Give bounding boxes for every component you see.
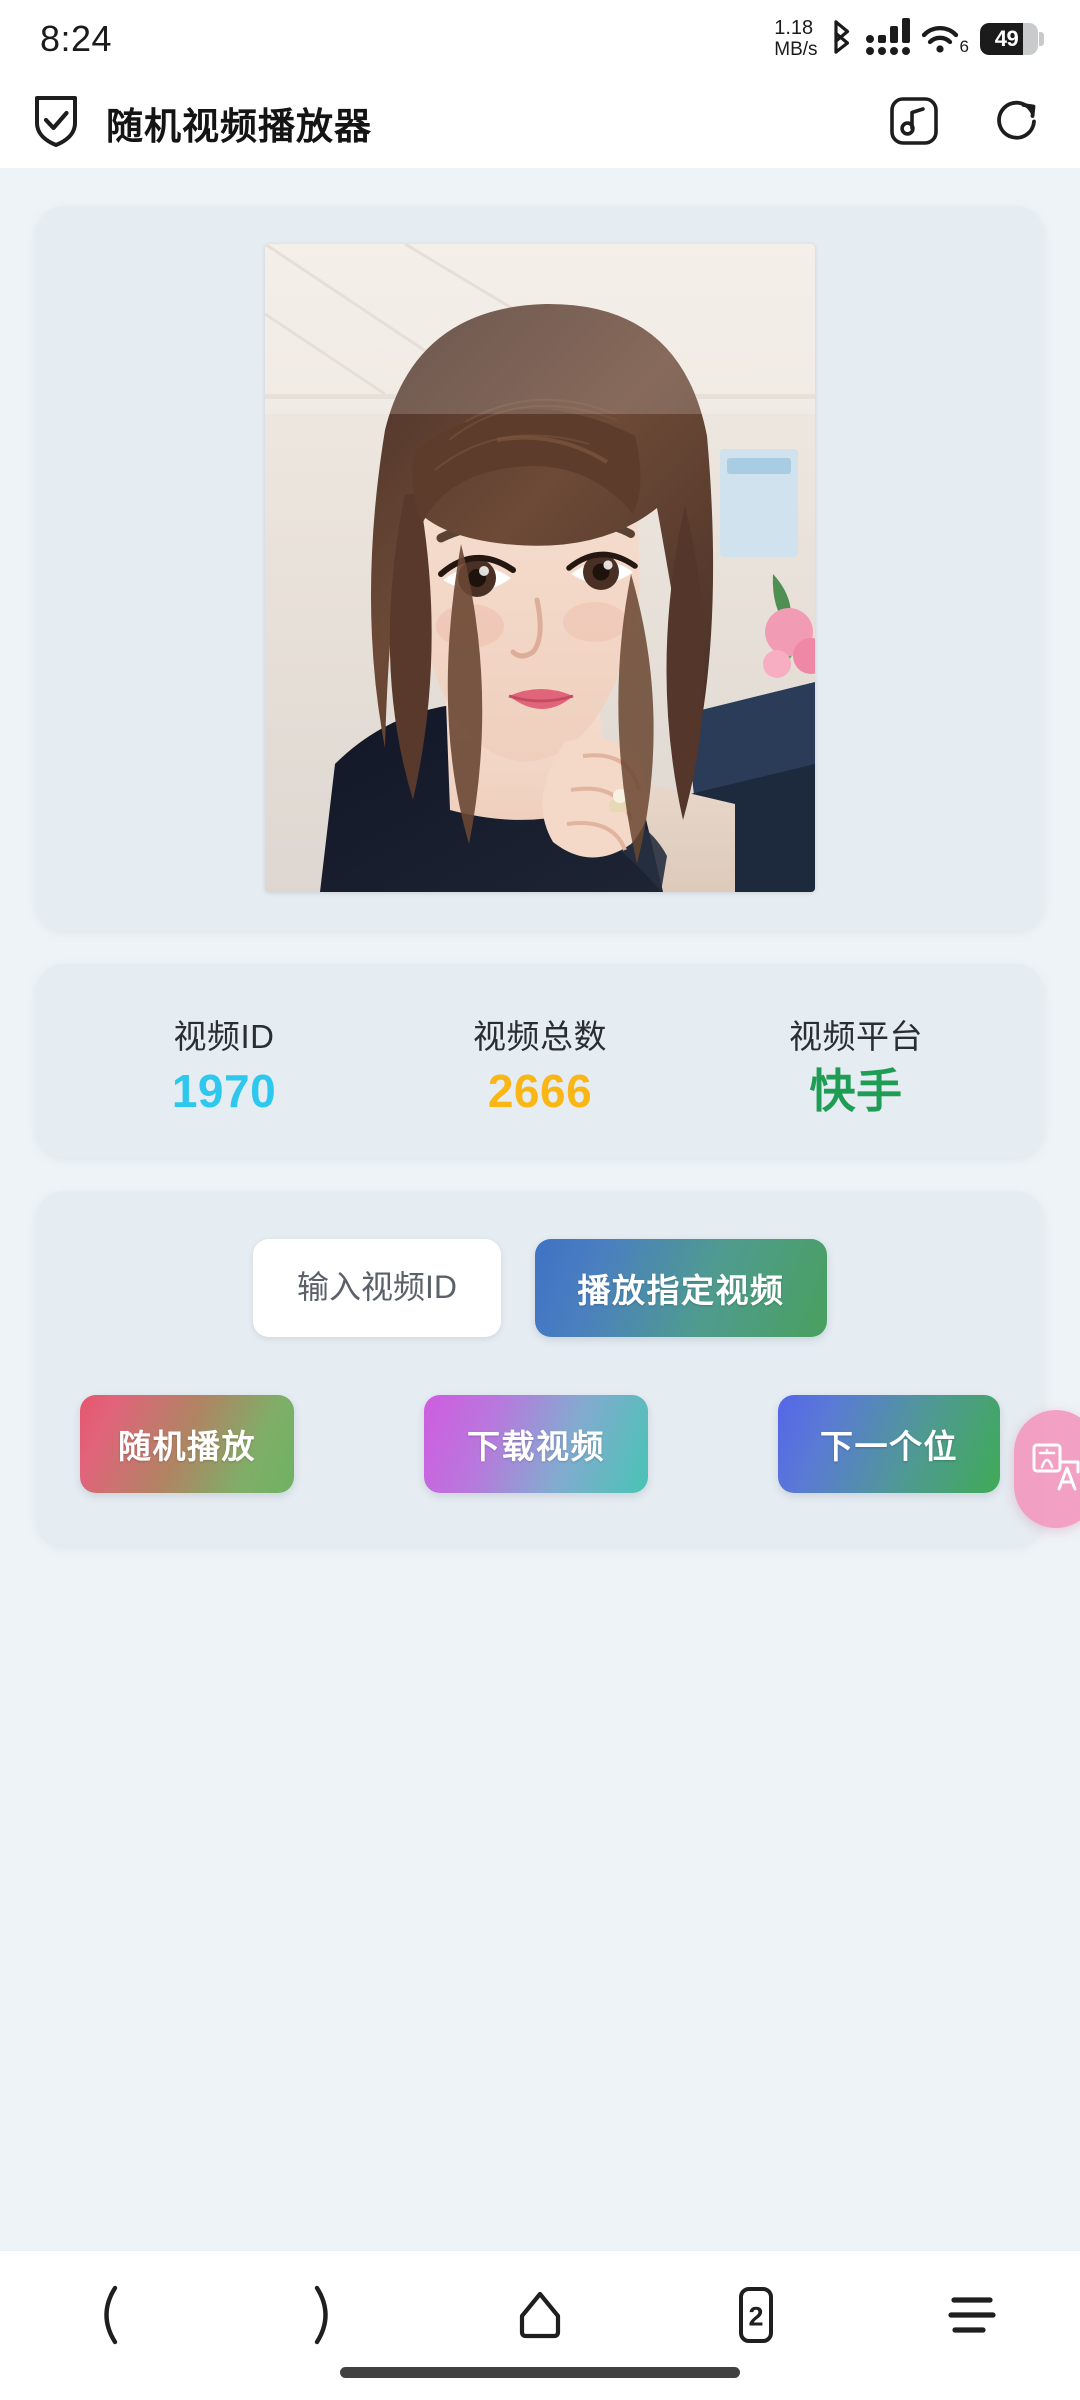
stat-value: 快手 [809, 1065, 903, 1117]
controls-row-primary: 播放指定视频 [80, 1238, 1000, 1337]
stat-value: 2666 [487, 1065, 593, 1117]
page-content: 视频ID 1970 视频总数 2666 视频平台 快手 播放指定视频 [0, 168, 1080, 2250]
menu-button[interactable] [912, 2281, 1032, 2353]
home-icon [511, 2286, 569, 2349]
forward-button[interactable] [264, 2281, 384, 2353]
tabs-button[interactable]: 2 [696, 2281, 816, 2353]
refresh-button[interactable] [990, 95, 1046, 151]
menu-icon [944, 2291, 1000, 2344]
gesture-home-bar[interactable] [340, 2367, 740, 2378]
stat-label: 视频ID [173, 1018, 275, 1055]
status-bar: 8:24 1.18 MB/s 6 49 [0, 0, 1080, 78]
phone-screen: 8:24 1.18 MB/s 6 49 随机视频播放器 视频ID 1970 视频… [0, 0, 1080, 2400]
next-video-button[interactable]: 下一个位 [778, 1394, 1000, 1493]
network-speed: 1.18 MB/s [774, 18, 817, 59]
status-clock: 8:24 [40, 18, 113, 59]
portrait-video-frame[interactable] [265, 244, 815, 892]
video-id-input[interactable] [253, 1238, 501, 1337]
battery-indicator: 49 [980, 23, 1044, 55]
back-button[interactable] [48, 2281, 168, 2353]
battery-percent-label: 49 [994, 26, 1019, 51]
stats-row: 视频ID 1970 视频总数 2666 视频平台 快手 [66, 1010, 1014, 1117]
battery-tip [1039, 32, 1044, 46]
tab-count-label: 2 [748, 2301, 764, 2332]
stat-video-platform: 视频平台 快手 [698, 1010, 1014, 1117]
network-speed-value: 1.18 [774, 16, 814, 39]
wifi-icon: 6 [921, 24, 969, 56]
stat-label: 视频平台 [789, 1018, 923, 1055]
wifi-generation-label: 6 [959, 37, 969, 56]
controls-card: 播放指定视频 随机播放 下载视频 下一个位 [36, 1190, 1044, 1545]
forward-chevron-icon [304, 2284, 344, 2351]
stat-value: 1970 [171, 1065, 277, 1117]
translate-icon [1031, 1442, 1080, 1497]
stat-video-id: 视频ID 1970 [66, 1010, 382, 1117]
back-chevron-icon [88, 2284, 128, 2351]
video-player-card[interactable] [36, 206, 1044, 930]
music-note-icon [888, 95, 940, 152]
stat-label: 视频总数 [473, 1018, 607, 1055]
app-header: 随机视频播放器 [0, 78, 1080, 168]
play-specific-video-button[interactable]: 播放指定视频 [535, 1238, 827, 1337]
browser-navigation-bar: 2 [0, 2250, 1080, 2400]
random-play-button[interactable]: 随机播放 [80, 1394, 294, 1493]
controls-row-secondary: 随机播放 下载视频 下一个位 [80, 1394, 1000, 1493]
home-button[interactable] [480, 2281, 600, 2353]
network-speed-unit: MB/s [774, 38, 818, 60]
translate-fab-button[interactable] [1014, 1410, 1080, 1528]
bluetooth-icon [829, 19, 855, 59]
video-still-illustration [265, 244, 815, 892]
music-note-button[interactable] [886, 95, 942, 151]
stats-card: 视频ID 1970 视频总数 2666 视频平台 快手 [36, 964, 1044, 1157]
cellular-signal-icon [865, 18, 910, 55]
refresh-icon [991, 94, 1045, 153]
shield-check-icon [32, 93, 80, 154]
stat-video-total: 视频总数 2666 [382, 1010, 698, 1117]
download-video-button[interactable]: 下载视频 [424, 1394, 648, 1493]
page-title: 随机视频播放器 [106, 106, 372, 147]
status-indicators: 1.18 MB/s 6 49 [774, 18, 1044, 60]
